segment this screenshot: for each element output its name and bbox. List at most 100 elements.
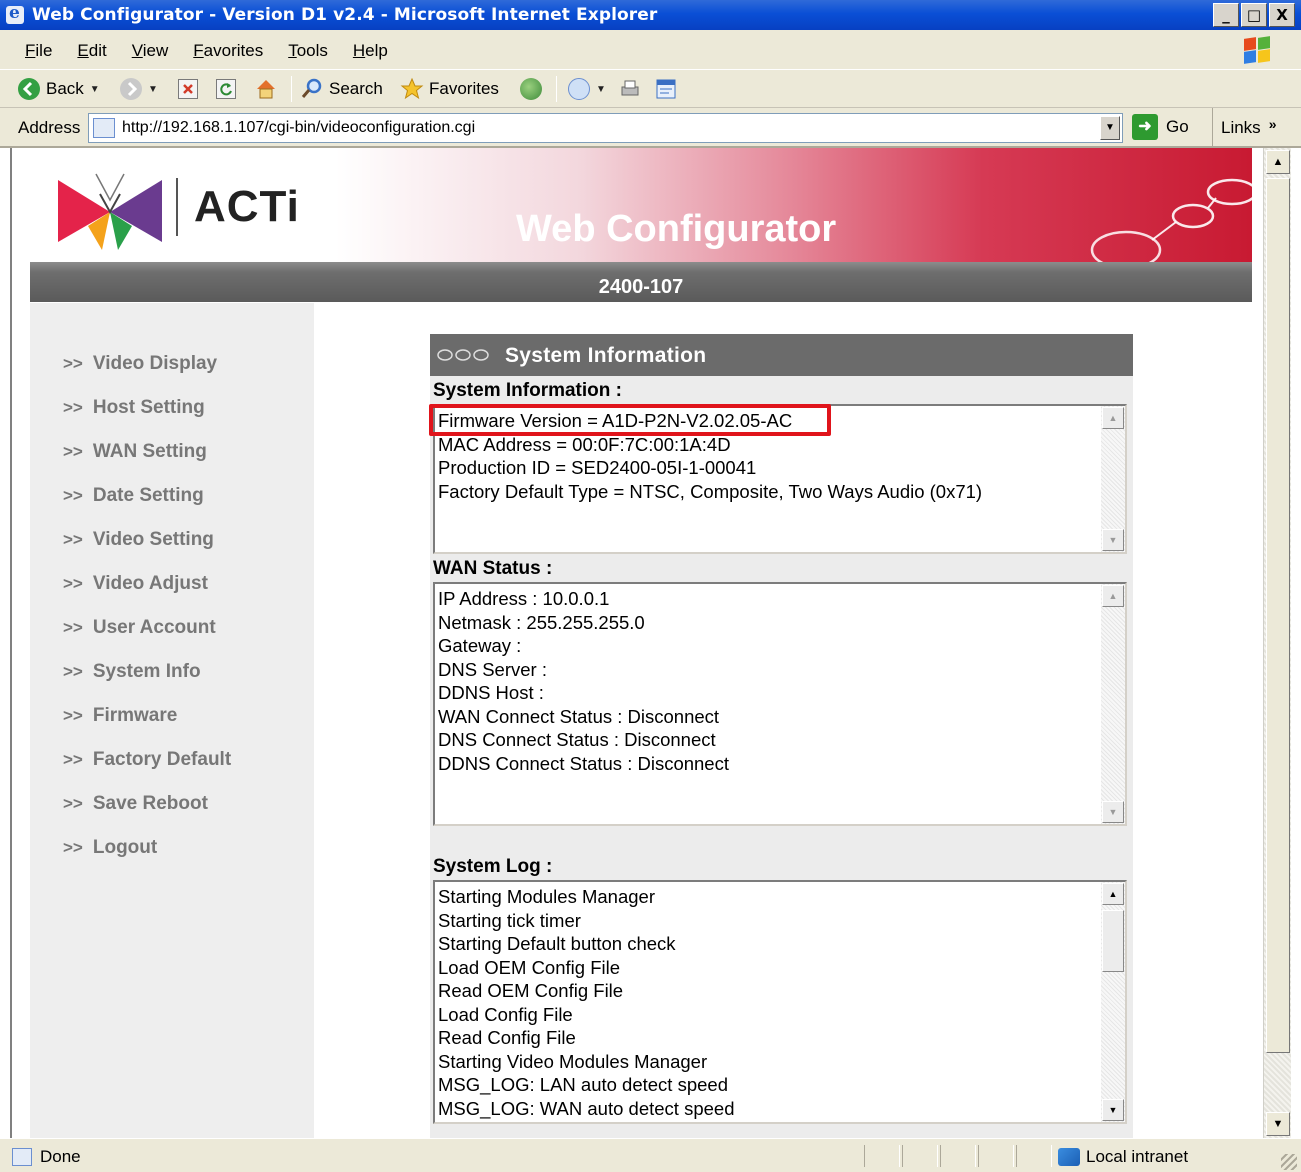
sidebar-item-logout[interactable]: >> Logout [63,837,157,859]
address-dropdown-button[interactable]: ▼ [1100,116,1120,140]
go-button[interactable]: ➜ Go [1132,114,1189,140]
scroll-down-button[interactable]: ▼ [1102,529,1124,551]
search-label: Search [329,79,383,98]
text-line: Load OEM Config File [438,956,621,978]
scroll-down-button[interactable]: ▼ [1102,1099,1124,1121]
panel-title: System Information [505,344,707,367]
chain-icon [437,349,489,361]
links-chevron-icon: » [1268,116,1277,132]
search-button[interactable]: Search [300,77,383,101]
text-line: WAN Connect Status : Disconnect [438,705,720,727]
wan-status-scrollbar[interactable]: ▲ ▼ [1101,584,1125,824]
menu-help[interactable]: Help [353,41,388,61]
forward-dropdown-icon[interactable]: ▼ [148,84,158,95]
system-log-textarea[interactable]: Starting Modules Manager Starting tick t… [433,880,1127,1124]
status-cell [902,1145,938,1167]
favorites-button[interactable]: Favorites [400,77,499,101]
menu-tools[interactable]: Tools [288,41,328,61]
sidebar-item-date-setting[interactable]: >> Date Setting [63,485,204,507]
sidebar-item-video-setting[interactable]: >> Video Setting [63,529,214,551]
acti-logo-icon [58,173,162,250]
ie-icon [6,3,24,24]
text-line: Read OEM Config File [438,980,624,1001]
text-line: DNS Connect Status : Disconnect [438,729,716,750]
system-log-label: System Log : [433,856,553,877]
media-button[interactable] [520,77,542,101]
status-cell [1016,1145,1052,1167]
text-line: Gateway : [438,635,522,656]
history-button[interactable]: ▼ [568,77,606,101]
go-label: Go [1166,117,1189,136]
status-text: Done [40,1147,81,1166]
links-button[interactable]: Links » [1212,108,1276,146]
page-scrollbar[interactable]: ▲ ▼ [1263,148,1291,1138]
forward-button[interactable]: ▼ [120,77,158,101]
home-button[interactable] [254,77,278,101]
system-info-label: System Information : [433,380,622,401]
sidebar-item-firmware[interactable]: >> Firmware [63,705,177,727]
media-icon [520,78,542,100]
menu-file[interactable]: File [25,41,52,61]
close-button[interactable]: X [1269,3,1295,27]
security-zone[interactable]: Local intranet [1058,1147,1188,1167]
system-info-scrollbar[interactable]: ▲ ▼ [1101,406,1125,552]
wan-status-label: WAN Status : [433,558,553,579]
scroll-down-button[interactable]: ▼ [1102,801,1124,823]
forward-arrow-icon [120,78,142,100]
back-button[interactable]: Back ▼ [18,77,100,101]
home-icon [257,80,275,99]
caption-buttons: _ □ X [1213,3,1295,27]
back-dropdown-icon[interactable]: ▼ [90,84,100,95]
edit-page-icon [656,79,676,99]
address-bar: Address http://192.168.1.107/cgi-bin/vid… [0,108,1301,148]
status-cell [940,1145,976,1167]
sidebar-item-user-account[interactable]: >> User Account [63,617,216,639]
sidebar-item-video-adjust[interactable]: >> Video Adjust [63,573,208,595]
app-title: Web Configurator [516,208,837,250]
sidebar-item-factory-default[interactable]: >> Factory Default [63,749,231,771]
page-scroll-thumb[interactable] [1266,178,1290,1053]
window-titlebar[interactable]: Web Configurator - Version D1 v2.4 - Mic… [0,0,1301,30]
windows-logo-icon [1243,36,1271,64]
page-scroll-up-button[interactable]: ▲ [1266,150,1290,174]
resize-grip-icon[interactable] [1281,1154,1297,1170]
panel-header: System Information [430,334,1133,376]
printer-icon [621,80,639,96]
intranet-icon [1058,1148,1080,1166]
maximize-button[interactable]: □ [1241,3,1267,27]
print-button[interactable] [618,77,642,101]
refresh-button[interactable] [216,77,236,101]
page-done-icon [12,1148,32,1166]
stop-button[interactable] [178,77,198,101]
scroll-up-button[interactable]: ▲ [1102,585,1124,607]
minimize-button[interactable]: _ [1213,3,1239,27]
text-line: MSG_LOG: LAN auto detect speed [438,1074,728,1095]
history-dropdown-icon[interactable]: ▼ [596,84,606,95]
address-url[interactable]: http://192.168.1.107/cgi-bin/videoconfig… [122,119,475,137]
scroll-up-button[interactable]: ▲ [1102,407,1124,429]
wan-status-textarea[interactable]: IP Address : 10.0.0.1 Netmask : 255.255.… [433,582,1127,826]
sidebar-item-system-info[interactable]: >> System Info [63,661,201,683]
edit-page-button[interactable] [654,77,678,101]
sidebar-item-wan-setting[interactable]: >> WAN Setting [63,441,207,463]
sidebar-item-save-reboot[interactable]: >> Save Reboot [63,793,208,815]
window-title: Web Configurator - Version D1 v2.4 - Mic… [32,5,658,25]
menu-favorites[interactable]: Favorites [193,41,263,61]
sidebar-item-video-display[interactable]: >> Video Display [63,353,217,375]
logo-divider [176,178,178,236]
scroll-thumb[interactable] [1102,910,1124,972]
page-scroll-down-button[interactable]: ▼ [1266,1112,1290,1136]
address-input[interactable]: http://192.168.1.107/cgi-bin/videoconfig… [88,113,1123,143]
sidebar-item-host-setting[interactable]: >> Host Setting [63,397,205,419]
text-line: MSG_LOG: WAN auto detect speed [438,1097,735,1119]
sidebar-nav: >> Video Display >> Host Setting >> WAN Set… [30,303,314,1138]
favorites-label: Favorites [429,79,499,98]
system-log-scrollbar[interactable]: ▲ ▼ [1101,882,1125,1122]
text-line: DDNS Host : [438,682,544,703]
system-info-panel: System Information System Information : … [430,334,1133,1138]
menu-view[interactable]: View [132,41,169,61]
firmware-highlight-box [429,404,831,436]
menu-edit[interactable]: Edit [77,41,106,61]
scroll-up-button[interactable]: ▲ [1102,883,1124,905]
history-icon [568,78,590,100]
